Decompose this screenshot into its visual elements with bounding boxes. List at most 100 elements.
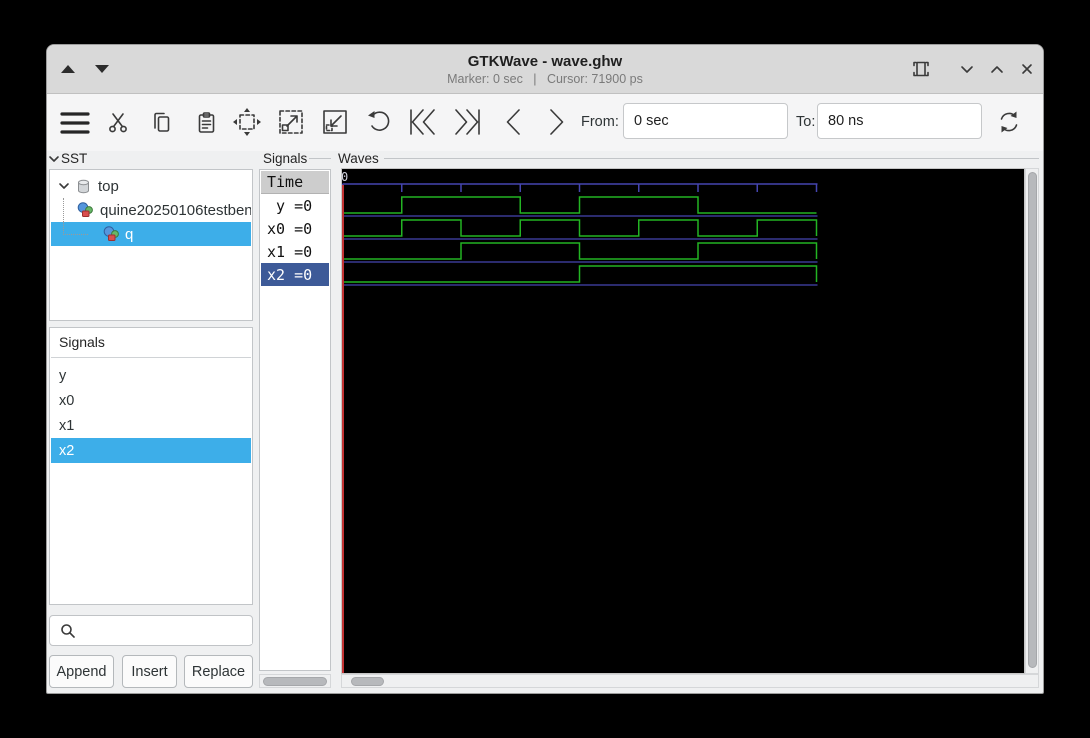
name-row-text: x1 =0 xyxy=(267,242,313,261)
copy-button[interactable] xyxy=(149,110,175,136)
reload-button[interactable] xyxy=(995,108,1023,136)
marker-status: Marker: 0 sec xyxy=(447,72,523,86)
chevron-up-icon xyxy=(991,66,1003,73)
cursor-status: Cursor: 71900 ps xyxy=(546,72,643,86)
zoom-out-button[interactable] xyxy=(319,106,351,138)
tree-label: q xyxy=(125,225,134,243)
go-to-end-button[interactable] xyxy=(451,106,483,138)
paste-button[interactable] xyxy=(194,110,220,136)
zoom-fit-icon xyxy=(233,108,261,136)
maximize-button[interactable] xyxy=(987,59,1007,79)
name-row-text: x0 =0 xyxy=(267,219,313,238)
signal-label: y xyxy=(59,367,67,384)
names-frame-label: Signals xyxy=(263,151,308,166)
signal-list-item-x1[interactable]: x1 xyxy=(51,413,251,438)
name-row-y[interactable]: y =0 xyxy=(261,194,329,217)
toolbar: From: To: xyxy=(47,94,1043,151)
signal-list-item-x0[interactable]: x0 xyxy=(51,388,251,413)
hamburger-menu-icon xyxy=(60,112,90,134)
cut-button[interactable] xyxy=(105,110,131,136)
waveform-plot xyxy=(342,183,818,673)
tree-row-q[interactable]: q xyxy=(51,222,251,246)
name-row-x1[interactable]: x1 =0 xyxy=(261,240,329,263)
signal-label: x1 xyxy=(59,417,75,434)
append-button-label: Append xyxy=(56,663,107,680)
copy-icon xyxy=(154,112,170,132)
titlebar[interactable]: GTKWave - wave.ghw Marker: 0 sec | Curso… xyxy=(47,45,1043,94)
signal-search-box[interactable] xyxy=(49,615,253,646)
signal-list-item-x2[interactable]: x2 xyxy=(51,438,251,463)
timeline-origin-label: 0 xyxy=(341,170,349,184)
keep-above-button[interactable] xyxy=(911,59,931,79)
waves-vscrollbar-thumb[interactable] xyxy=(1027,172,1037,668)
tree-label: quine20250106testbench xyxy=(100,201,251,219)
append-button[interactable]: Append xyxy=(49,655,114,688)
name-row-x2[interactable]: x2 =0 xyxy=(261,263,329,286)
close-button[interactable] xyxy=(1017,59,1037,79)
tree-row-module[interactable]: quine20250106testbench xyxy=(51,198,251,222)
sst-tree: top quine20250106testbench q xyxy=(49,169,253,321)
insert-button[interactable]: Insert xyxy=(122,655,177,688)
signal-list-frame-label: Signals xyxy=(59,334,105,350)
next-edge-button[interactable] xyxy=(543,106,571,138)
tree-row-top[interactable]: top xyxy=(51,174,251,198)
waves-vscrollbar[interactable] xyxy=(1025,168,1039,674)
prev-edge-button[interactable] xyxy=(499,106,527,138)
tree-guide xyxy=(63,198,64,222)
module-icon xyxy=(103,226,119,241)
chevron-left-icon xyxy=(506,109,520,135)
clipboard-paste-icon xyxy=(198,112,215,133)
chevron-down-icon xyxy=(961,66,973,73)
names-column: Time y =0 x0 =0 x1 =0 x2 =0 xyxy=(259,169,331,671)
status-separator: | xyxy=(533,72,537,86)
names-hscrollbar-thumb[interactable] xyxy=(263,676,327,686)
signal-label: x0 xyxy=(59,392,75,409)
sst-expander-icon[interactable] xyxy=(48,154,60,164)
go-to-start-button[interactable] xyxy=(407,106,439,138)
skip-to-start-icon xyxy=(410,109,435,135)
to-input[interactable] xyxy=(817,103,982,139)
time-header[interactable]: Time xyxy=(261,171,329,194)
to-label: To: xyxy=(796,114,816,130)
signal-label: x2 xyxy=(59,442,75,459)
name-row-x0[interactable]: x0 =0 xyxy=(261,217,329,240)
zoom-out-arrow-icon xyxy=(323,110,347,134)
close-icon xyxy=(1022,64,1032,74)
replace-button[interactable]: Replace xyxy=(184,655,253,688)
search-input[interactable] xyxy=(80,619,252,644)
name-row-text: y =0 xyxy=(267,196,313,215)
chevron-right-icon xyxy=(550,109,564,135)
gtkwave-window: GTKWave - wave.ghw Marker: 0 sec | Curso… xyxy=(46,44,1044,694)
zoom-fit-button[interactable] xyxy=(231,106,263,138)
window-title: GTKWave - wave.ghw xyxy=(467,53,623,70)
zoom-in-button[interactable] xyxy=(275,106,307,138)
wave-display[interactable]: 0 xyxy=(341,168,1025,674)
expander-icon[interactable] xyxy=(58,181,70,191)
name-row-text: x2 =0 xyxy=(267,265,313,284)
from-label: From: xyxy=(581,114,619,130)
divider xyxy=(51,357,251,358)
window-status: Marker: 0 sec | Cursor: 71900 ps xyxy=(47,72,1043,86)
search-icon xyxy=(61,624,75,638)
tree-label: top xyxy=(98,177,119,195)
time-header-label: Time xyxy=(267,173,304,191)
menu-button[interactable] xyxy=(60,108,90,138)
minimize-button[interactable] xyxy=(957,59,977,79)
signal-list-panel: Signals y x0 x1 x2 xyxy=(49,327,253,605)
frame-border xyxy=(309,158,331,159)
undo-button[interactable] xyxy=(365,108,393,136)
module-icon xyxy=(77,202,93,217)
keep-above-icon xyxy=(913,61,929,77)
waves-hscrollbar[interactable] xyxy=(341,674,1039,688)
archive-icon xyxy=(78,179,89,193)
from-input[interactable] xyxy=(623,103,788,139)
names-hscrollbar[interactable] xyxy=(259,674,331,688)
insert-button-label: Insert xyxy=(131,663,168,680)
waves-frame-label: Waves xyxy=(338,151,379,166)
undo-arrow-icon xyxy=(368,111,390,131)
waves-hscrollbar-thumb[interactable] xyxy=(351,676,384,686)
signal-list-item-y[interactable]: y xyxy=(51,363,251,388)
desktop-background: GTKWave - wave.ghw Marker: 0 sec | Curso… xyxy=(0,0,1090,738)
scissors-icon xyxy=(109,113,127,133)
reload-icon xyxy=(1000,111,1018,133)
